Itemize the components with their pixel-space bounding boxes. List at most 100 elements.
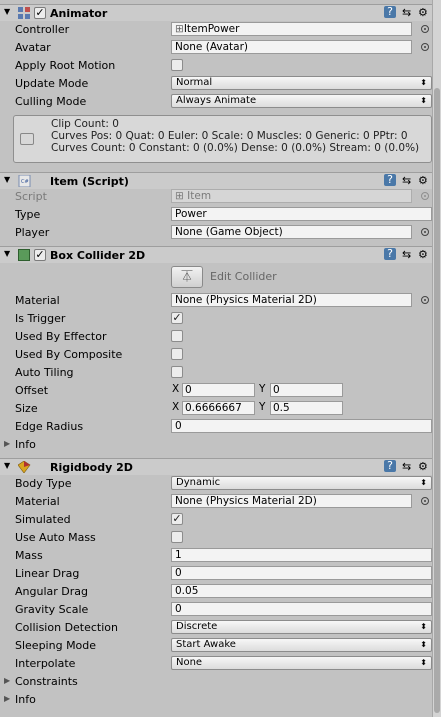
edit-collider-button[interactable]: ⏄: [171, 266, 203, 288]
type-row: Type Power: [0, 206, 432, 224]
field-label: Interpolate: [15, 657, 76, 670]
edit-collider-icon: ⏄: [181, 270, 193, 283]
field-label: Update Mode: [15, 77, 89, 90]
controller-field[interactable]: ⊞ItemPower: [171, 22, 412, 36]
box-collider-header[interactable]: ▼ ✓ Box Collider 2D ? ⇆ ⚙: [0, 246, 432, 263]
fold-open-icon[interactable]: ▼: [4, 175, 10, 184]
field-label: Material: [15, 294, 60, 307]
object-picker-icon[interactable]: [421, 228, 429, 236]
field-label: Auto Tiling: [15, 366, 74, 379]
object-picker-icon[interactable]: [421, 497, 429, 505]
fold-closed-icon[interactable]: ▶: [4, 676, 10, 685]
help-book-icon[interactable]: ?: [384, 6, 396, 18]
rigidbody-icon: [18, 461, 31, 473]
linear-drag-field[interactable]: 0: [171, 566, 432, 580]
avatar-row: Avatar None (Avatar): [0, 39, 432, 57]
edge-radius-field[interactable]: 0: [171, 419, 432, 433]
dropdown-arrow-icon: ⬍: [420, 640, 427, 649]
apply-root-motion-checkbox[interactable]: [171, 59, 183, 71]
help-book-icon[interactable]: ?: [384, 174, 396, 186]
is-trigger-checkbox[interactable]: ✓: [171, 312, 183, 324]
fold-open-icon[interactable]: ▼: [4, 461, 10, 470]
interpolate-row: Interpolate None ⬍: [0, 655, 432, 673]
constraints-foldout[interactable]: ▶ Constraints: [0, 673, 432, 691]
field-label: Apply Root Motion: [15, 59, 116, 72]
gear-icon[interactable]: ⚙: [418, 6, 428, 19]
rigidbody-header[interactable]: ▼ Rigidbody 2D ? ⇆ ⚙: [0, 458, 432, 475]
gravity-scale-field[interactable]: 0: [171, 602, 432, 616]
object-picker-icon: [421, 192, 429, 200]
fold-closed-icon[interactable]: ▶: [4, 694, 10, 703]
field-label: Linear Drag: [15, 567, 80, 580]
presets-icon[interactable]: ⇆: [402, 6, 411, 19]
field-label: Used By Effector: [15, 330, 107, 343]
field-value: ItemPower: [183, 23, 240, 35]
angular-drag-field[interactable]: 0.05: [171, 584, 432, 598]
offset-x-field[interactable]: 0: [182, 383, 255, 397]
material-field[interactable]: None (Physics Material 2D): [171, 293, 412, 307]
presets-icon[interactable]: ⇆: [402, 248, 411, 261]
presets-icon[interactable]: ⇆: [402, 460, 411, 473]
info-line: Clip Count: 0: [51, 118, 119, 130]
rigidbody-info-foldout[interactable]: ▶ Info: [0, 691, 432, 709]
gear-icon[interactable]: ⚙: [418, 174, 428, 187]
used-by-effector-row: Used By Effector: [0, 328, 432, 346]
fold-open-icon[interactable]: ▼: [4, 7, 10, 16]
gear-icon[interactable]: ⚙: [418, 248, 428, 261]
edge-radius-row: Edge Radius 0: [0, 418, 432, 436]
sleeping-mode-dropdown[interactable]: Start Awake ⬍: [171, 638, 432, 652]
rb-material-field[interactable]: None (Physics Material 2D): [171, 494, 412, 508]
type-field[interactable]: Power: [171, 207, 432, 221]
help-book-icon[interactable]: ?: [384, 460, 396, 472]
field-label: Player: [15, 226, 50, 239]
scrollbar-thumb[interactable]: [434, 88, 440, 713]
field-label: Mass: [15, 549, 43, 562]
mass-field[interactable]: 1: [171, 548, 432, 562]
update-mode-dropdown[interactable]: Normal ⬍: [171, 76, 432, 90]
collider-info-foldout[interactable]: ▶ Info: [0, 436, 432, 454]
component-title: Rigidbody 2D: [50, 461, 133, 474]
inspector-scrollbar[interactable]: [432, 0, 441, 717]
use-auto-mass-checkbox[interactable]: [171, 531, 183, 543]
sleeping-mode-row: Sleeping Mode Start Awake ⬍: [0, 637, 432, 655]
controller-row: Controller ⊞ItemPower: [0, 21, 432, 39]
presets-icon[interactable]: ⇆: [402, 174, 411, 187]
size-row: Size X 0.6666667 Y 0.5: [0, 400, 432, 418]
collision-detection-row: Collision Detection Discrete ⬍: [0, 619, 432, 637]
culling-mode-dropdown[interactable]: Always Animate ⬍: [171, 94, 432, 108]
is-trigger-row: Is Trigger ✓: [0, 310, 432, 328]
body-type-dropdown[interactable]: Dynamic ⬍: [171, 476, 432, 490]
animator-enabled-checkbox[interactable]: ✓: [34, 7, 46, 19]
interpolate-dropdown[interactable]: None ⬍: [171, 656, 432, 670]
auto-tiling-checkbox[interactable]: [171, 366, 183, 378]
update-mode-row: Update Mode Normal ⬍: [0, 75, 432, 93]
player-field[interactable]: None (Game Object): [171, 225, 412, 239]
used-by-effector-checkbox[interactable]: [171, 330, 183, 342]
used-by-composite-row: Used By Composite: [0, 346, 432, 364]
material-row: Material None (Physics Material 2D): [0, 292, 432, 310]
gear-icon[interactable]: ⚙: [418, 460, 428, 473]
field-label: Gravity Scale: [15, 603, 89, 616]
object-picker-icon[interactable]: [421, 43, 429, 51]
field-label: Controller: [15, 23, 70, 36]
collision-detection-dropdown[interactable]: Discrete ⬍: [171, 620, 432, 634]
animator-info-box: Clip Count: 0 Curves Pos: 0 Quat: 0 Eule…: [13, 115, 432, 163]
animator-header[interactable]: ▼ ✓ Animator ? ⇆ ⚙: [0, 4, 432, 21]
field-label: Sleeping Mode: [15, 639, 97, 652]
offset-row: Offset X 0 Y 0: [0, 382, 432, 400]
object-picker-icon[interactable]: [421, 25, 429, 33]
dropdown-arrow-icon: ⬍: [420, 658, 427, 667]
help-book-icon[interactable]: ?: [384, 248, 396, 260]
simulated-checkbox[interactable]: ✓: [171, 513, 183, 525]
size-x-field[interactable]: 0.6666667: [182, 401, 255, 415]
field-label: Material: [15, 495, 60, 508]
used-by-composite-checkbox[interactable]: [171, 348, 183, 360]
avatar-field[interactable]: None (Avatar): [171, 40, 412, 54]
fold-closed-icon[interactable]: ▶: [4, 439, 10, 448]
size-y-field[interactable]: 0.5: [270, 401, 343, 415]
offset-y-field[interactable]: 0: [270, 383, 343, 397]
box-collider-enabled-checkbox[interactable]: ✓: [34, 249, 46, 261]
item-script-header[interactable]: ▼ C# Item (Script) ? ⇆ ⚙: [0, 172, 432, 189]
object-picker-icon[interactable]: [421, 296, 429, 304]
fold-open-icon[interactable]: ▼: [4, 249, 10, 258]
